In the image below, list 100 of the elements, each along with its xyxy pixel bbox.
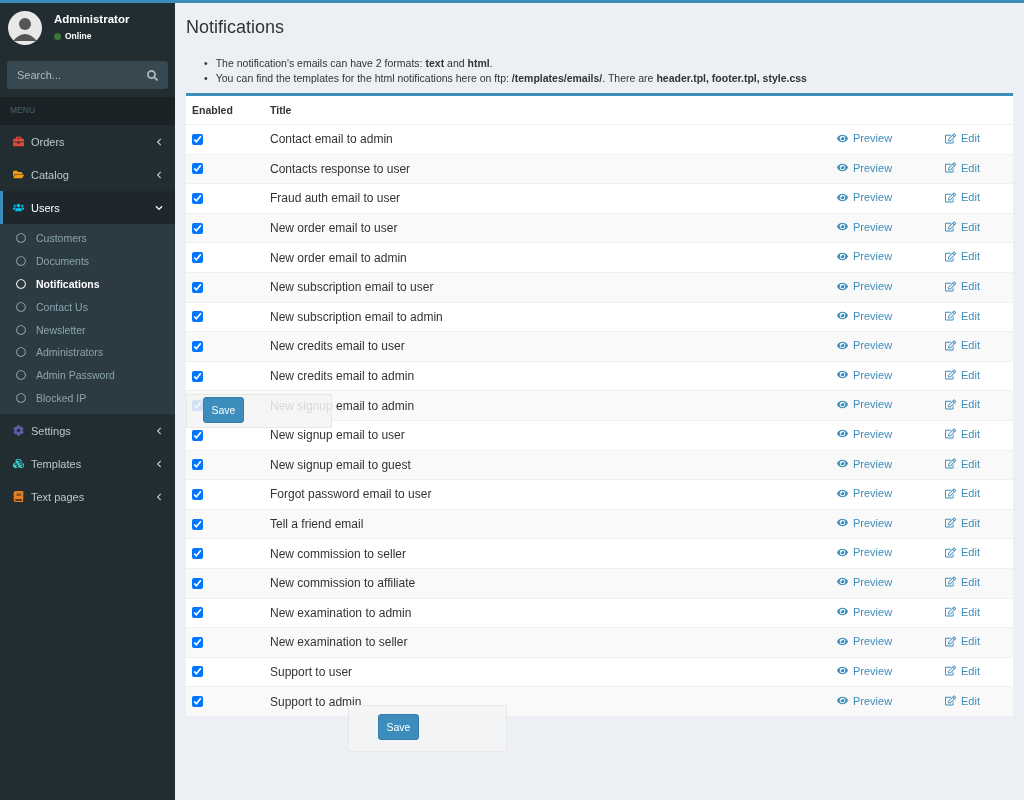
edit-link[interactable]: Edit — [945, 398, 980, 411]
edit-icon — [945, 517, 956, 529]
enabled-checkbox[interactable] — [192, 252, 203, 264]
edit-link[interactable]: Edit — [945, 339, 980, 352]
page-title: Notifications — [186, 17, 286, 38]
submenu-item[interactable]: Contact Us — [0, 295, 175, 319]
search-icon — [147, 69, 158, 81]
preview-link[interactable]: Preview — [837, 605, 893, 618]
enabled-checkbox[interactable] — [192, 281, 203, 293]
avatar-icon — [8, 11, 42, 45]
edit-link[interactable]: Edit — [945, 368, 980, 381]
edit-link[interactable]: Edit — [945, 546, 980, 559]
preview-link[interactable]: Preview — [837, 250, 893, 263]
preview-link[interactable]: Preview — [837, 457, 893, 470]
preview-link[interactable]: Preview — [837, 516, 893, 529]
submenu-item[interactable]: Notifications — [0, 272, 175, 296]
edit-link[interactable]: Edit — [945, 280, 980, 292]
edit-icon — [945, 250, 956, 262]
edit-link[interactable]: Edit — [945, 191, 980, 204]
edit-icon — [945, 665, 956, 677]
edit-icon — [945, 132, 956, 144]
preview-link[interactable]: Preview — [837, 487, 893, 500]
edit-link[interactable]: Edit — [945, 575, 980, 588]
edit-link[interactable]: Edit — [945, 516, 980, 529]
edit-link[interactable]: Edit — [945, 309, 980, 322]
preview-link[interactable]: Preview — [837, 546, 893, 559]
edit-link[interactable]: Edit — [945, 605, 980, 618]
edit-link[interactable]: Edit — [945, 457, 980, 470]
sidebar-item[interactable]: Catalog — [0, 158, 175, 191]
enabled-checkbox[interactable] — [192, 459, 203, 471]
sidebar-item[interactable]: Templates — [0, 447, 175, 481]
sidebar-item[interactable]: Text pages — [0, 480, 175, 514]
edit-link[interactable]: Edit — [945, 664, 980, 677]
preview-link[interactable]: Preview — [837, 191, 893, 204]
submenu-item[interactable]: Admin Password — [0, 363, 175, 387]
eye-icon — [837, 606, 848, 618]
title-cell: New subscription email to admin — [264, 302, 831, 332]
enabled-checkbox[interactable] — [192, 488, 203, 500]
save-button[interactable]: Save — [203, 397, 244, 423]
preview-link[interactable]: Preview — [837, 220, 893, 233]
preview-link[interactable]: Preview — [837, 280, 893, 292]
edit-link[interactable]: Edit — [945, 487, 980, 500]
preview-link[interactable]: Preview — [837, 694, 893, 707]
eye-icon — [837, 191, 848, 203]
edit-link[interactable]: Edit — [945, 161, 980, 174]
sidebar-item[interactable]: Users — [0, 191, 175, 224]
edit-icon — [945, 428, 956, 440]
edit-link[interactable]: Edit — [945, 250, 980, 263]
title-cell: New signup email to guest — [264, 450, 831, 480]
submenu-item[interactable]: Administrators — [0, 341, 175, 364]
edit-link[interactable]: Edit — [945, 428, 980, 440]
preview-link[interactable]: Preview — [837, 635, 893, 648]
edit-link[interactable]: Edit — [945, 694, 980, 707]
edit-link[interactable]: Edit — [945, 635, 980, 648]
edit-link[interactable]: Edit — [945, 220, 980, 233]
title-cell: New examination to seller — [264, 627, 831, 658]
bullet: • — [204, 56, 208, 71]
enabled-checkbox[interactable] — [192, 311, 203, 323]
enabled-checkbox[interactable] — [192, 133, 203, 145]
preview-link[interactable]: Preview — [837, 575, 893, 588]
sidebar-item[interactable]: Orders — [0, 125, 175, 158]
preview-link[interactable]: Preview — [837, 428, 893, 440]
enabled-checkbox[interactable] — [192, 429, 203, 441]
edit-icon — [945, 635, 956, 647]
submenu-item[interactable]: Newsletter — [0, 318, 175, 341]
search-field[interactable]: Search... — [7, 61, 168, 89]
preview-link[interactable]: Preview — [837, 161, 893, 174]
preview-link[interactable]: Preview — [837, 664, 893, 677]
enabled-checkbox[interactable] — [192, 607, 203, 619]
title-cell: New order email to admin — [264, 242, 831, 273]
edit-icon — [945, 576, 956, 588]
enabled-checkbox[interactable] — [192, 518, 203, 530]
preview-link[interactable]: Preview — [837, 339, 893, 352]
submenu-item[interactable]: Documents — [0, 249, 175, 273]
enabled-checkbox[interactable] — [192, 340, 203, 352]
enabled-checkbox[interactable] — [192, 666, 203, 678]
submenu-item[interactable]: Customers — [0, 227, 175, 250]
enabled-checkbox[interactable] — [192, 193, 203, 204]
preview-link[interactable]: Preview — [837, 398, 893, 411]
preview-link[interactable]: Preview — [837, 368, 893, 381]
title-cell: Forgot password email to user — [264, 479, 831, 510]
submenu-item[interactable]: Blocked IP — [0, 386, 175, 410]
enabled-checkbox[interactable] — [192, 163, 203, 175]
enabled-checkbox[interactable] — [192, 370, 203, 382]
preview-link[interactable]: Preview — [837, 309, 893, 322]
title-cell: New subscription email to user — [264, 272, 831, 303]
enabled-checkbox[interactable] — [192, 696, 203, 708]
enabled-checkbox[interactable] — [192, 577, 203, 589]
preview-link[interactable]: Preview — [837, 132, 893, 145]
save-button[interactable]: Save — [378, 714, 419, 740]
enabled-checkbox[interactable] — [192, 636, 203, 648]
title-cell: Support to user — [264, 657, 831, 687]
enabled-checkbox[interactable] — [192, 222, 203, 234]
enabled-checkbox[interactable] — [192, 548, 203, 560]
eye-icon — [837, 339, 848, 351]
edit-icon — [945, 606, 956, 618]
user-name: Administrator — [54, 13, 130, 25]
edit-icon — [945, 458, 956, 470]
edit-link[interactable]: Edit — [945, 132, 980, 145]
sidebar-item[interactable]: Settings — [0, 414, 175, 448]
